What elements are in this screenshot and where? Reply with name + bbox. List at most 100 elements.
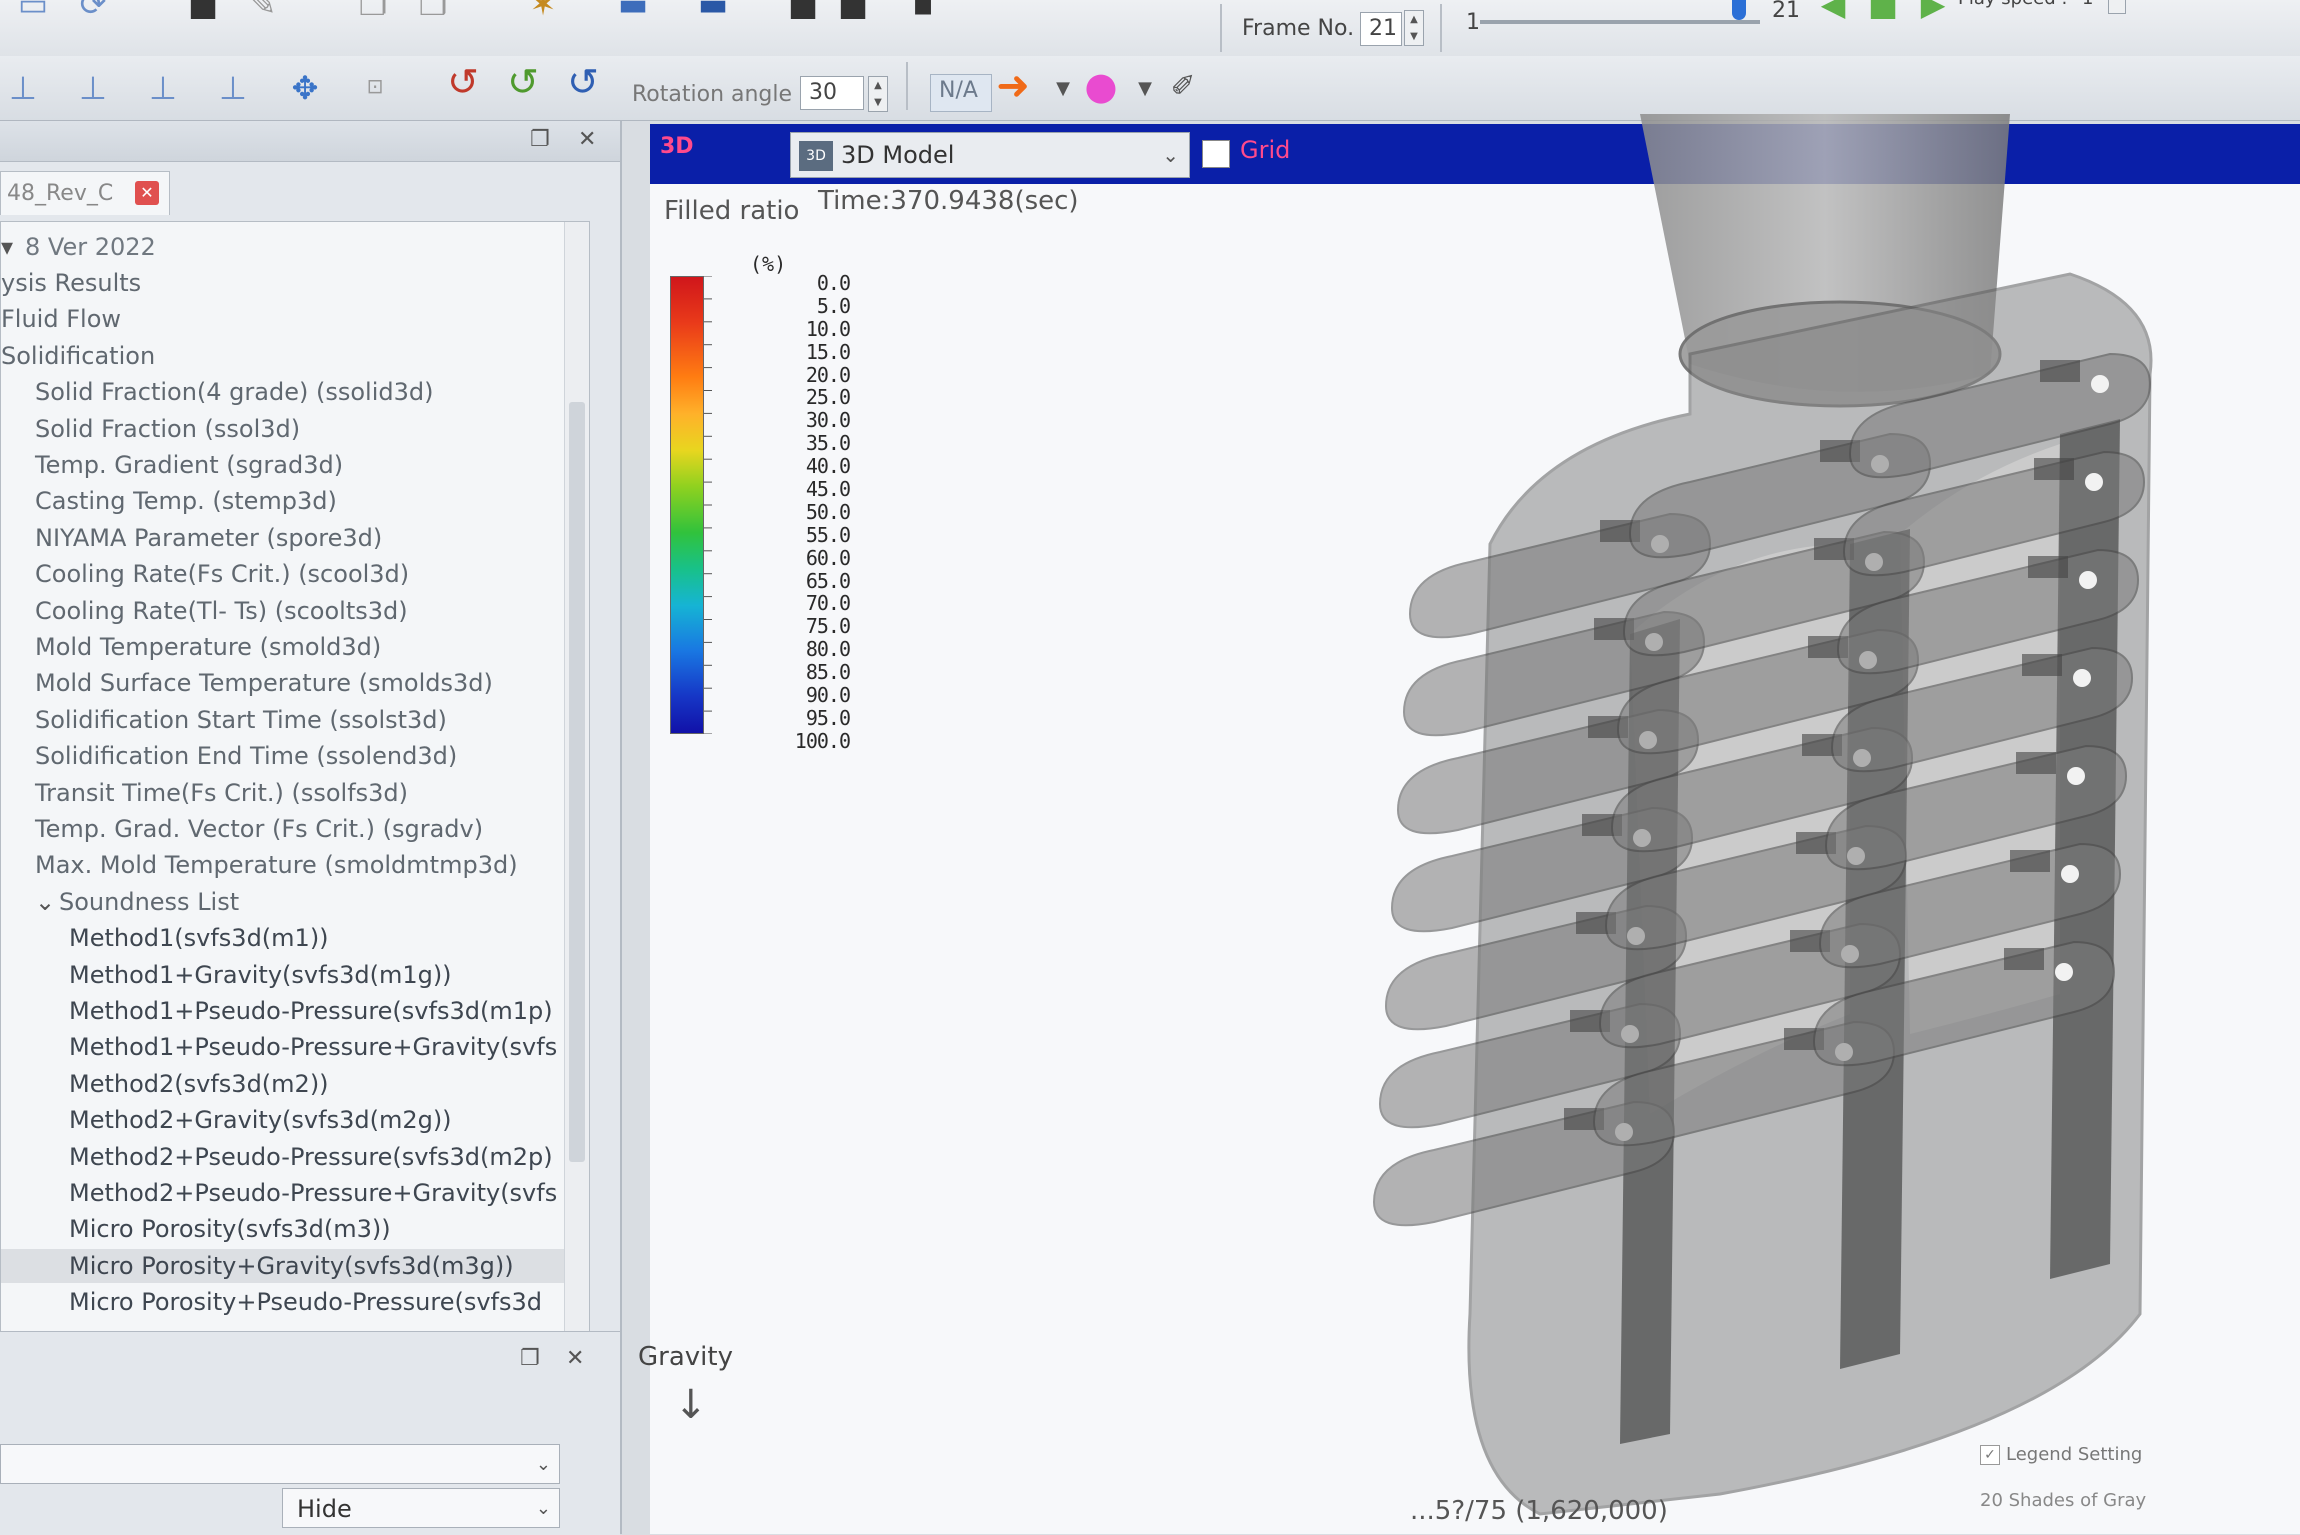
legend-setting-option[interactable]: ✓ Legend Setting — [1980, 1444, 2142, 1465]
legend-value: 45.0 — [805, 477, 851, 502]
tree-item[interactable]: Mold Temperature (smold3d) — [1, 630, 589, 664]
tab-close-icon[interactable]: ✕ — [135, 181, 159, 205]
tree-scrollbar[interactable] — [564, 222, 589, 1362]
move-icon[interactable]: ✥ — [282, 68, 328, 108]
rewind-icon[interactable]: ◀ — [1810, 0, 1856, 24]
frame-no-label: Frame No. : — [1242, 16, 1369, 41]
cast-part-gate — [2004, 948, 2044, 970]
cast-part-hole — [2055, 963, 2073, 981]
tree-item[interactable]: Solid Fraction (ssol3d) — [1, 412, 589, 446]
slider-value-label: 21 — [1772, 0, 1800, 23]
edit-icon[interactable]: ✎ — [240, 0, 286, 24]
legend-value: 75.0 — [805, 614, 851, 639]
tree-item[interactable]: Method2+Pseudo-Pressure(svfs3d(m2p) — [1, 1140, 589, 1174]
close-icon-2[interactable]: ✕ — [566, 1346, 584, 1371]
tree-item[interactable]: Method1+Pseudo-Pressure+Gravity(svfs — [1, 1030, 589, 1064]
stop-icon[interactable]: ■ — [1860, 0, 1906, 24]
tree-item[interactable]: Method2(svfs3d(m2)) — [1, 1067, 589, 1101]
tree-scrollbar-thumb[interactable] — [569, 402, 585, 1162]
3d-viewport[interactable]: 3D 3D 3D Model ⌄ Grid Filled ratio Time:3… — [638, 114, 2300, 1534]
rotation-angle-spinner[interactable]: ▲ ▼ — [868, 76, 888, 112]
tree-item[interactable]: Method2+Gravity(svfs3d(m2g)) — [1, 1103, 589, 1137]
tree-item[interactable]: Temp. Grad. Vector (Fs Crit.) (sgradv) — [1, 812, 589, 846]
film-icon[interactable]: ▪ — [900, 0, 946, 24]
rotate-x-icon[interactable]: ↺ — [440, 60, 486, 104]
tree-item[interactable]: Fluid Flow — [1, 302, 561, 336]
play-speed-dropdown[interactable]: ▼ — [2108, 0, 2126, 14]
display-combo[interactable]: ⌄ — [0, 1444, 560, 1484]
box-icon[interactable]: ■ — [780, 0, 826, 24]
close-icon[interactable]: ✕ — [578, 127, 596, 152]
frame-slider[interactable] — [1480, 20, 1760, 24]
refresh-icon[interactable]: ⟳ — [70, 0, 116, 24]
legend-setting-checkbox[interactable]: ✓ — [1980, 1445, 2000, 1465]
play-speed-value[interactable]: 1 — [2082, 0, 2093, 9]
window-icon[interactable]: ▭ — [10, 0, 56, 24]
tree-item[interactable]: Max. Mold Temperature (smoldmtmp3d) — [1, 848, 589, 882]
rotate-y-icon[interactable]: ↺ — [500, 60, 546, 104]
tree-item[interactable]: Method1+Gravity(svfs3d(m1g)) — [1, 958, 589, 992]
version-row[interactable]: ▾ 8 Ver 2022 — [1, 230, 561, 264]
expand-icon[interactable]: ⌄ — [35, 885, 59, 919]
legend-value: 55.0 — [805, 522, 851, 547]
layer-icon[interactable]: ▬ — [690, 0, 736, 24]
tree-item[interactable]: NIYAMA Parameter (spore3d) — [1, 521, 589, 555]
tree-item[interactable]: Casting Temp. (stemp3d) — [1, 484, 589, 518]
panel-header: ❐ ✕ — [0, 121, 620, 162]
na-button[interactable]: N/A — [930, 74, 992, 112]
play-icon[interactable]: ▶ — [1910, 0, 1956, 24]
time-label: Time:370.9438(sec) — [818, 186, 1079, 216]
tree-item[interactable]: Cooling Rate(Tl- Ts) (scoolts3d) — [1, 594, 589, 628]
float-icon[interactable]: ❐ — [530, 127, 550, 152]
tree-item[interactable]: Micro Porosity+Gravity(svfs3d(m3g)) — [1, 1248, 589, 1283]
tree-item-label: Method2(svfs3d(m2)) — [69, 1069, 329, 1098]
frame-no-spinner[interactable]: ▲ ▼ — [1404, 10, 1424, 46]
axis-front-icon[interactable]: ⊥ — [0, 68, 46, 108]
view-icon[interactable]: ▬ — [610, 0, 656, 24]
tree-item-label: Solid Fraction (ssol3d) — [35, 414, 301, 443]
axis-top-icon[interactable]: ⊥ — [140, 68, 186, 108]
project-tab[interactable]: 48_Rev_C ✕ — [0, 171, 170, 215]
play-arrow-icon[interactable]: ➜ — [990, 63, 1036, 109]
rotation-angle-input[interactable]: 30 — [800, 76, 864, 110]
tree-item-label: Max. Mold Temperature (smoldmtmp3d) — [35, 851, 518, 880]
rotate-z-icon[interactable]: ↺ — [560, 60, 606, 104]
tree-item[interactable]: Mold Surface Temperature (smolds3d) — [1, 666, 589, 700]
project-tab-label: 48_Rev_C — [7, 181, 114, 206]
tree-item[interactable]: ysis Results — [1, 266, 561, 300]
pick-tool-icon[interactable]: ✐ — [1160, 66, 1206, 106]
axis-side-icon[interactable]: ⊥ — [70, 68, 116, 108]
tree-item[interactable]: Cooling Rate(Fs Crit.) (scool3d) — [1, 557, 589, 591]
grid-icon[interactable]: ■ — [830, 0, 876, 24]
color-ball-icon[interactable]: ● — [1078, 64, 1124, 108]
tree-item-label: Method1+Pseudo-Pressure(svfs3d(m1p) — [69, 997, 553, 1025]
shades-option[interactable]: 20 Shades of Gray — [1980, 1490, 2146, 1511]
expand-icon[interactable]: ▾ — [1, 230, 25, 264]
tree-item-label: Mold Surface Temperature (smolds3d) — [35, 669, 493, 698]
model-icon: 3D — [799, 141, 833, 171]
fit-icon[interactable]: ⊡ — [352, 66, 398, 106]
float-icon-2[interactable]: ❐ — [520, 1346, 540, 1371]
tree-item-label: Casting Temp. (stemp3d) — [35, 487, 337, 516]
tree-item[interactable]: Method2+Pseudo-Pressure+Gravity(svfs — [1, 1176, 589, 1210]
tree-item[interactable]: Solidification — [1, 339, 561, 373]
tree-item[interactable]: Solid Fraction(4 grade) (ssolid3d) — [1, 375, 589, 409]
tree-item[interactable]: Transit Time(Fs Crit.) (ssolfs3d) — [1, 776, 589, 810]
tree-item[interactable]: Temp. Gradient (sgrad3d) — [1, 448, 589, 482]
hide-combo[interactable]: Hide ⌄ — [282, 1488, 560, 1528]
tree-item[interactable]: Method1+Pseudo-Pressure(svfs3d(m1p) — [1, 994, 589, 1028]
tree-item[interactable]: Solidification Start Time (ssolst3d) — [1, 703, 589, 737]
cast-part-hole — [2073, 669, 2091, 687]
tree-item[interactable]: Micro Porosity(svfs3d(m3)) — [1, 1212, 589, 1246]
copy-icon[interactable]: ❐ — [350, 0, 396, 24]
frame-no-input[interactable]: 21 — [1360, 12, 1402, 46]
document-icon[interactable]: ❒ — [410, 0, 456, 24]
frame-slider-thumb[interactable] — [1732, 0, 1746, 20]
tree-item[interactable]: Solidification End Time (ssolend3d) — [1, 739, 589, 773]
tree-item[interactable]: ⌄ Soundness List — [1, 885, 589, 919]
tool-icon[interactable]: ✶ — [520, 0, 566, 24]
tree-item[interactable]: Micro Porosity+Pseudo-Pressure(svfs3d — [1, 1285, 589, 1319]
axis-iso-icon[interactable]: ⊥ — [210, 68, 256, 108]
camera-icon[interactable]: ■ — [180, 0, 226, 24]
tree-item[interactable]: Method1(svfs3d(m1)) — [1, 921, 589, 955]
